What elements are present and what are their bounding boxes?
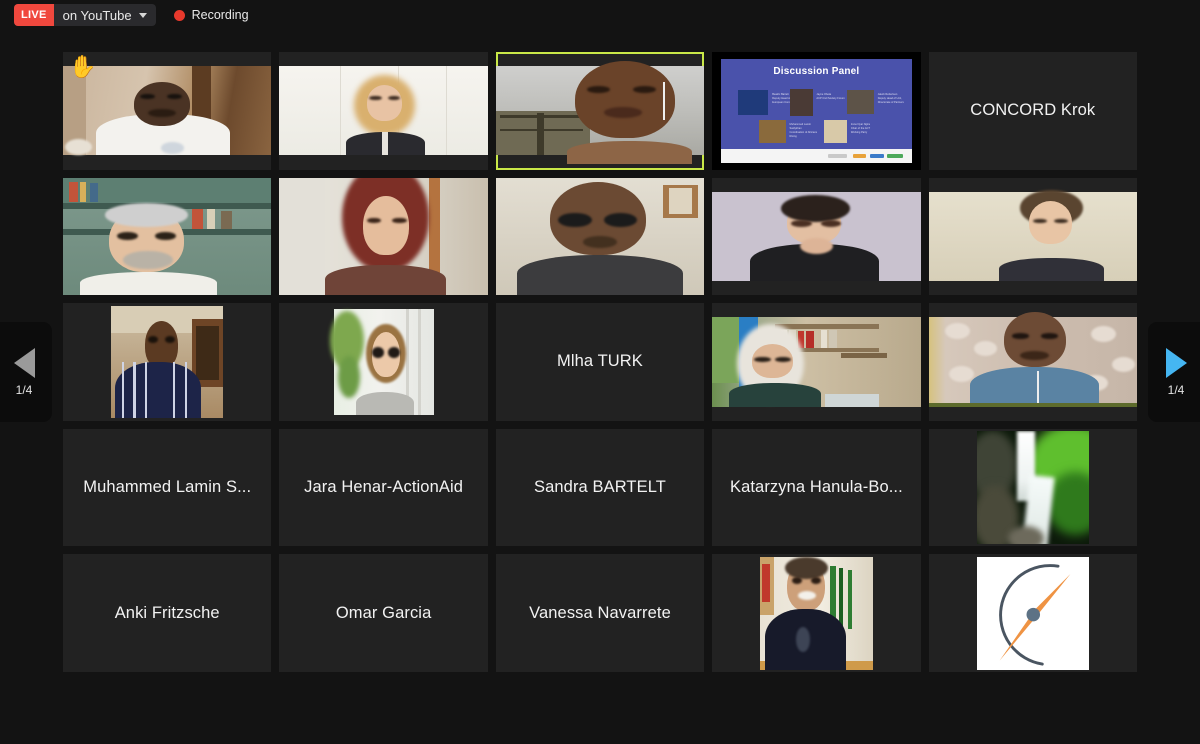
presentation-slide: Discussion Panel Beatrix Bartelt Deputy … — [720, 59, 913, 163]
video-feed — [63, 177, 272, 296]
participant-name: Sandra BARTELT — [534, 478, 666, 497]
video-feed — [928, 189, 1137, 282]
participant-grid: ✋ Discussion Panel Beatrix Bartelt Deput… — [63, 52, 1137, 672]
recording-dot-icon — [173, 9, 185, 21]
video-feed — [329, 309, 434, 415]
participant-tile[interactable] — [63, 303, 272, 421]
participant-tile[interactable]: Vanessa Navarrete — [495, 554, 705, 672]
participant-tile[interactable] — [712, 177, 921, 296]
video-feed — [279, 177, 488, 296]
compass-icon — [998, 563, 1070, 666]
recording-label: Recording — [191, 8, 249, 22]
video-feed — [110, 305, 224, 419]
video-feed — [279, 66, 488, 156]
participant-tile[interactable] — [928, 554, 1137, 672]
live-destination-label: on YouTube — [62, 7, 132, 23]
participant-name: Muhammed Lamin S... — [83, 478, 252, 497]
slide-panelist-5: Irene Nyar Ngira Chair of the ACT Workin… — [850, 123, 871, 134]
slide-title: Discussion Panel — [773, 66, 860, 78]
next-page-button[interactable]: 1/4 — [1148, 322, 1200, 422]
participant-name: Anki Fritzsche — [114, 603, 220, 622]
video-feed — [495, 60, 705, 165]
participant-name: Omar Garcia — [335, 603, 432, 622]
live-stream-control[interactable]: LIVE on YouTube — [14, 4, 156, 26]
avatar-logo — [976, 556, 1090, 670]
next-page-label: 1/4 — [1167, 382, 1185, 397]
participant-name: Jara Henar-ActionAid — [304, 478, 463, 497]
participant-tile[interactable]: Omar Garcia — [279, 554, 488, 672]
participant-tile[interactable] — [928, 428, 1137, 547]
avatar-photo — [976, 431, 1090, 545]
participant-tile[interactable]: Jara Henar-ActionAid — [279, 428, 488, 547]
participant-tile[interactable] — [928, 177, 1137, 296]
participant-tile[interactable]: CONCORD Krok — [928, 52, 1137, 170]
video-feed — [63, 66, 272, 156]
video-feed — [495, 177, 705, 296]
previous-page-button[interactable]: 1/4 — [0, 322, 52, 422]
participant-tile[interactable]: Katarzyna Hanula-Bo... — [712, 428, 921, 547]
triangle-left-icon — [13, 347, 35, 378]
triangle-right-icon — [1165, 347, 1187, 378]
recording-indicator: Recording — [173, 8, 249, 22]
meeting-window: LIVE on YouTube Recording ✋ Discussion P… — [0, 0, 1200, 744]
previous-page-label: 1/4 — [15, 382, 33, 397]
participant-tile[interactable]: ✋ — [63, 52, 272, 170]
top-status-bar: LIVE on YouTube Recording — [0, 0, 1200, 30]
chevron-down-icon[interactable] — [138, 12, 147, 18]
slide-panelist-3: Jakob Rebertsen Deputy Head of Unit, Dir… — [877, 93, 904, 104]
participant-tile[interactable]: Mlha TURK — [495, 303, 705, 421]
participant-name: Katarzyna Hanula-Bo... — [729, 478, 903, 497]
raised-hand-icon: ✋ — [69, 54, 97, 79]
participant-tile[interactable] — [712, 554, 921, 672]
participant-name: Vanessa Navarrete — [529, 603, 671, 622]
participant-tile[interactable] — [928, 303, 1137, 421]
participant-tile[interactable] — [495, 177, 705, 296]
participant-name: CONCORD Krok — [970, 101, 1096, 120]
participant-tile[interactable] — [279, 303, 488, 421]
participant-tile-active-speaker[interactable] — [495, 52, 705, 170]
participant-tile[interactable]: Muhammed Lamin S... — [63, 428, 272, 547]
video-feed — [712, 317, 921, 407]
participant-tile[interactable] — [63, 177, 272, 296]
participant-tile[interactable] — [712, 303, 921, 421]
participant-tile[interactable] — [279, 52, 488, 170]
video-feed — [928, 311, 1137, 407]
video-feed — [760, 556, 873, 670]
participant-tile[interactable]: Anki Fritzsche — [63, 554, 272, 672]
live-badge: LIVE — [14, 4, 54, 26]
participant-tile[interactable] — [279, 177, 488, 296]
participant-tile[interactable]: Sandra BARTELT — [495, 428, 705, 547]
slide-footer — [720, 149, 913, 163]
participant-name: Mlha TURK — [557, 352, 643, 371]
screenshare-tile[interactable]: Discussion Panel Beatrix Bartelt Deputy … — [712, 52, 921, 170]
video-feed — [712, 191, 921, 282]
